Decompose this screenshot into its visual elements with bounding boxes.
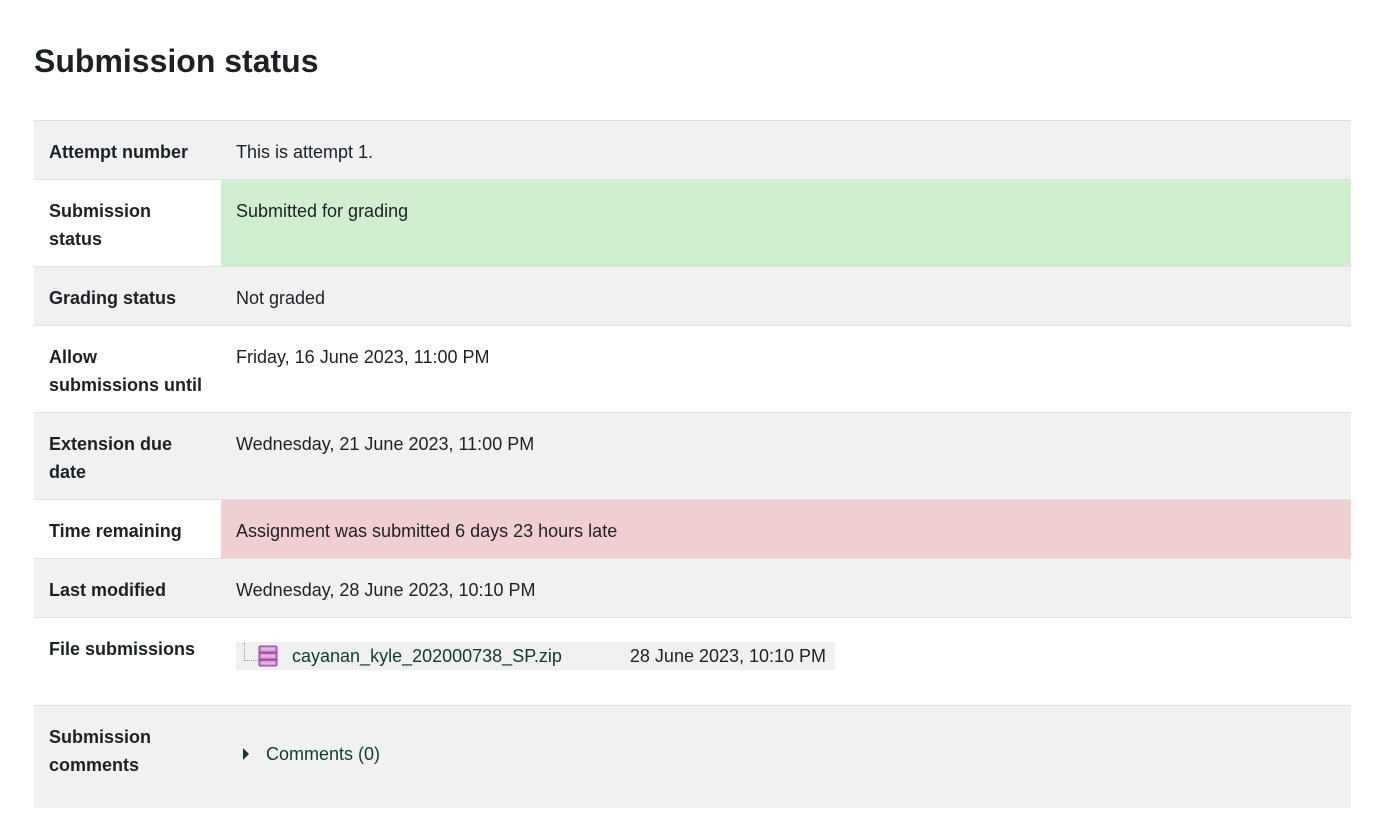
file-download-link[interactable]: cayanan_kyle_202000738_SP.zip: [292, 642, 562, 670]
row-label-file-submissions: File submissions: [49, 639, 196, 659]
comments-link[interactable]: Comments (0): [266, 740, 380, 768]
row-label-attempt-number: Attempt number: [49, 142, 188, 162]
zip-archive-icon: [258, 645, 278, 667]
table-row: Submission status Submitted for grading: [34, 179, 1351, 267]
row-value-attempt-number: This is attempt 1.: [236, 142, 374, 162]
table-row: Grading status Not graded: [34, 266, 1351, 326]
row-label-submission-comments: Submission comments: [49, 727, 152, 775]
tree-line: [244, 643, 258, 661]
submission-status-table: Attempt number This is attempt 1. Submis…: [34, 120, 1351, 808]
page-title: Submission status: [34, 43, 319, 79]
table-row: Allow submissions until Friday, 16 June …: [34, 325, 1351, 413]
row-label-extension-due-date: Extension due date: [49, 434, 173, 482]
row-label-submission-status: Submission status: [49, 201, 152, 249]
table-row: File submissions cayanan_kyle_202000738_…: [34, 617, 1351, 706]
last-modified-value: Wednesday, 28 June 2023, 10:10 PM: [236, 580, 536, 600]
file-submissions-cell: cayanan_kyle_202000738_SP.zip 28 June 20…: [221, 618, 1351, 706]
table-row: Extension due date Wednesday, 21 June 20…: [34, 412, 1351, 500]
submission-comments-cell: Comments (0): [221, 706, 1351, 809]
allow-submissions-until-value: Friday, 16 June 2023, 11:00 PM: [236, 347, 490, 367]
file-date: 28 June 2023, 10:10 PM: [629, 646, 827, 666]
table-row: Last modified Wednesday, 28 June 2023, 1…: [34, 558, 1351, 618]
page: Submission status Attempt number This is…: [0, 0, 1381, 818]
time-remaining-value: Assignment was submitted 6 days 23 hours…: [221, 499, 1351, 559]
row-label-last-modified: Last modified: [49, 580, 167, 600]
grading-status-value: Not graded: [236, 288, 326, 308]
extension-due-date-value: Wednesday, 21 June 2023, 11:00 PM: [236, 434, 535, 454]
row-label-grading-status: Grading status: [49, 288, 177, 308]
row-label-allow-submissions-until: Allow submissions until: [49, 347, 203, 395]
comments-toggle[interactable]: Comments (0): [236, 740, 380, 768]
row-label-time-remaining: Time remaining: [49, 521, 182, 541]
table-row: Submission comments Comments (0): [34, 705, 1351, 809]
file-tree-item: cayanan_kyle_202000738_SP.zip 28 June 20…: [236, 642, 835, 670]
table-row: Attempt number This is attempt 1.: [34, 120, 1351, 180]
submission-status-value: Submitted for grading: [221, 179, 1351, 267]
table-row: Time remaining Assignment was submitted …: [34, 499, 1351, 559]
caret-right-icon: [243, 748, 249, 760]
